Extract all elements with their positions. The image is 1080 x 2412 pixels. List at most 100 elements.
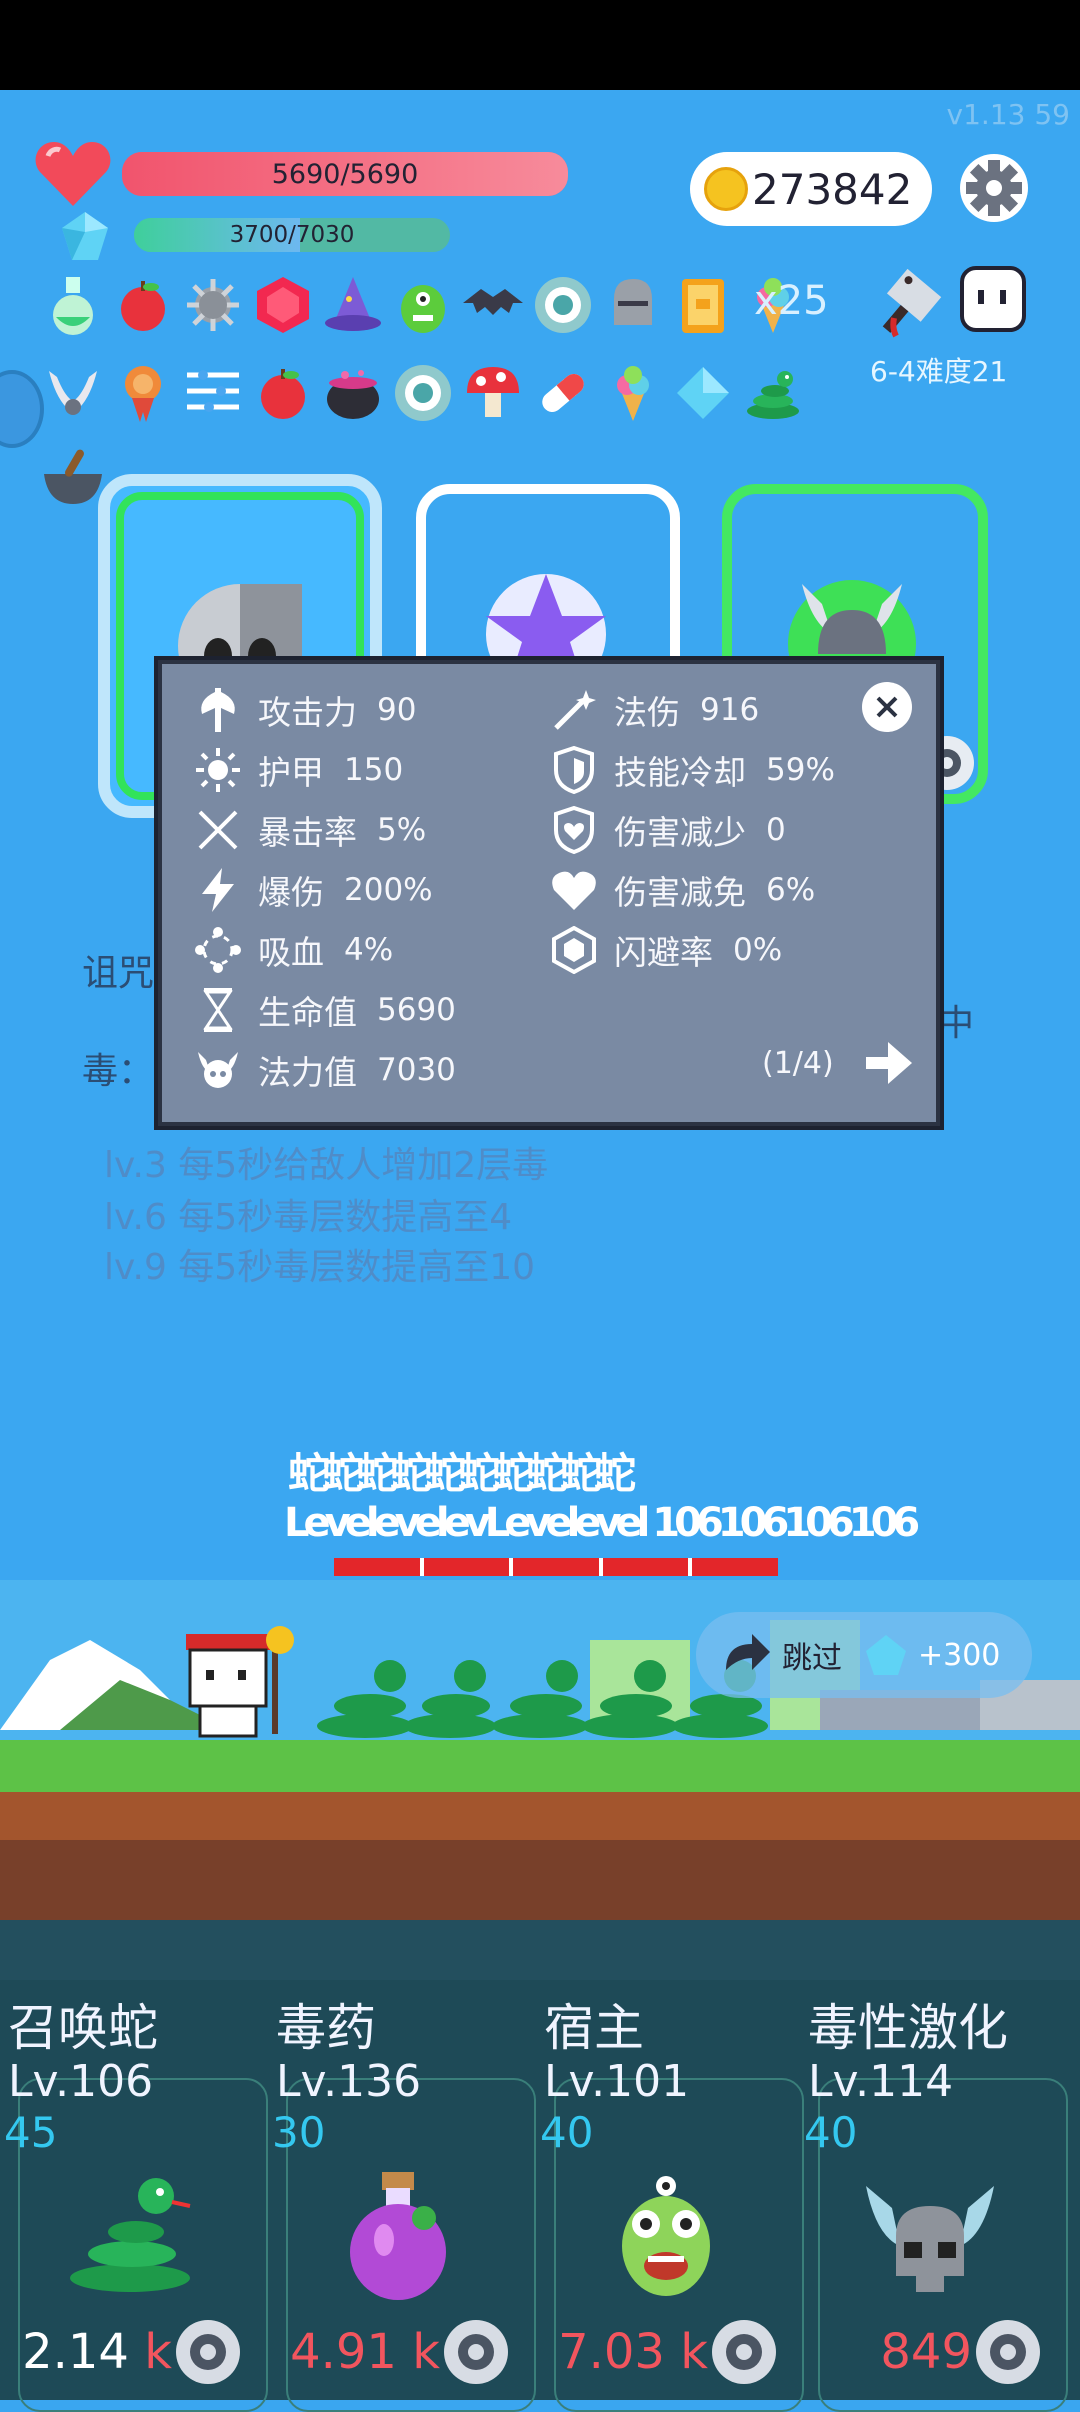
stat-value: 7030 <box>377 1052 456 1088</box>
green-monster-icon[interactable] <box>390 272 456 338</box>
apple-2-item-icon[interactable] <box>250 360 316 426</box>
wizard-hat-icon[interactable] <box>320 272 386 338</box>
cleaver-icon[interactable] <box>874 266 950 342</box>
mana-bar: 3700/7030 <box>134 218 450 252</box>
skill-name: 毒性激化 <box>808 1999 1008 2057</box>
snake-icon <box>70 2178 191 2292</box>
mushroom-icon[interactable] <box>460 360 526 426</box>
skill-price: 7.03 k <box>536 2324 708 2380</box>
stat-value: 0% <box>733 932 783 968</box>
dirt-deep <box>0 1840 1080 1920</box>
price-unit: k <box>680 2324 708 2380</box>
medal-icon[interactable] <box>110 360 176 426</box>
stat-label: 法伤 <box>614 693 680 732</box>
ice-cream-icon[interactable] <box>600 360 666 426</box>
snake-item-icon[interactable] <box>740 360 806 426</box>
stat-value: 6% <box>766 872 816 908</box>
stats-popup: 攻击力 90 护甲 150 暴击率 5% 爆伤 200% 吸血 4% 生命值 5690 法力… <box>158 660 940 1126</box>
next-page-button[interactable] <box>864 1040 914 1086</box>
skill-card-host[interactable]: 宿主 Lv.101 40 7.03 k <box>536 1968 804 2412</box>
skill-card-summon-snake[interactable]: 召唤蛇 Lv.106 45 2.14 k <box>0 1968 268 2412</box>
skip-reward: +300 <box>918 1637 1001 1673</box>
stat-armor: 护甲 150 <box>192 744 403 796</box>
price-unit: k <box>144 2324 172 2380</box>
skill-price: 4.91 k <box>268 2324 440 2380</box>
skill-card-poison[interactable]: 毒药 Lv.136 30 4.91 k <box>268 1968 536 2412</box>
gear-icon <box>960 154 1028 222</box>
price-number: 7.03 <box>558 2324 665 2380</box>
gear-icon <box>458 2334 494 2370</box>
diamond-icon[interactable] <box>670 360 736 426</box>
skill-cost: 45 <box>4 2108 58 2157</box>
skip-button[interactable]: 跳过 +300 <box>696 1612 1032 1698</box>
potion-item-icon[interactable] <box>40 272 106 338</box>
enemy-name: 蛇蛇蛇蛇蛇蛇蛇蛇蛇蛇 <box>288 1449 636 1498</box>
stat-mana: 法力值 7030 <box>192 1044 456 1096</box>
price-number: 2.14 <box>22 2324 129 2380</box>
item-row-2 <box>40 360 806 426</box>
upgrade-button[interactable] <box>712 2320 776 2384</box>
close-button[interactable] <box>862 682 912 732</box>
skill-level: Lv.136 <box>276 2056 422 2107</box>
hero-character <box>176 1624 306 1744</box>
stat-lifesteal: 吸血 4% <box>192 924 393 976</box>
sun-icon <box>192 744 244 796</box>
cauldron-icon[interactable] <box>320 360 386 426</box>
enemy-level: LevelevelevLevelevel 106106106106 <box>284 1500 920 1546</box>
stat-hp: 生命值 5690 <box>192 984 456 1036</box>
desc-line-1: lv.3 每5秒给敌人增加2层毒 <box>104 1145 549 1186</box>
stat-crit-rate: 暴击率 5% <box>192 804 426 856</box>
hp-bar: 5690/5690 <box>122 152 568 196</box>
stat-label: 吸血 <box>258 933 324 972</box>
stat-label: 伤害减少 <box>614 813 746 852</box>
stat-label: 法力值 <box>258 1053 357 1092</box>
stat-label: 伤害减免 <box>614 873 746 912</box>
shield-icon <box>548 744 600 796</box>
apple-item-icon[interactable] <box>110 272 176 338</box>
mortar-icon[interactable] <box>40 444 106 510</box>
spring-coil-icon[interactable] <box>180 360 246 426</box>
spiked-ball-icon[interactable] <box>180 272 246 338</box>
stat-value: 150 <box>344 752 404 788</box>
horned-skull-stat-icon <box>192 1044 244 1096</box>
upgrade-button[interactable] <box>176 2320 240 2384</box>
enemy-hp-bar <box>334 1558 778 1576</box>
arrow-right-icon <box>866 1042 912 1084</box>
drops-ring-icon <box>192 924 244 976</box>
target-ring-icon[interactable] <box>530 272 596 338</box>
coin-amount: 273842 <box>752 164 913 214</box>
book-icon[interactable] <box>670 272 736 338</box>
ghost-icon[interactable] <box>958 264 1028 334</box>
axe-icon <box>192 684 244 736</box>
bat-icon[interactable] <box>460 272 526 338</box>
poison-label: 毒： <box>82 1051 155 1092</box>
target-ring-2-icon[interactable] <box>390 360 456 426</box>
stat-value: 4% <box>344 932 394 968</box>
stage-icons <box>874 258 1032 348</box>
upgrade-button[interactable] <box>976 2320 1040 2384</box>
gear-icon <box>726 2334 762 2370</box>
pill-icon[interactable] <box>530 360 596 426</box>
ruby-item-icon[interactable] <box>250 272 316 338</box>
skill-name: 宿主 <box>544 1999 644 2057</box>
stat-value: 200% <box>344 872 433 908</box>
stat-magic-damage: 法伤 916 <box>548 684 759 736</box>
stat-value: 916 <box>700 692 760 728</box>
diamond-reward-icon <box>866 1635 906 1675</box>
gear-icon <box>190 2334 226 2370</box>
stat-damage-immunity: 伤害减免 6% <box>548 864 815 916</box>
skill-name: 毒药 <box>276 1999 376 2057</box>
ice-cream-item-icon[interactable]: x25 <box>740 272 829 338</box>
desc-line-2: lv.6 每5秒毒层数提高至4 <box>104 1197 513 1238</box>
settings-button[interactable] <box>958 152 1030 224</box>
horns-item-icon[interactable] <box>40 360 106 426</box>
stage-label: 6-4难度21 <box>870 355 1008 388</box>
stat-value: 5% <box>377 812 427 848</box>
potion-icon <box>350 2172 446 2300</box>
stat-crit-damage: 爆伤 200% <box>192 864 433 916</box>
skill-card-toxic-intensify[interactable]: 毒性激化 Lv.114 40 849 <box>800 1968 1068 2412</box>
skill-cost: 30 <box>272 2108 326 2157</box>
crossed-swords-icon <box>192 804 244 856</box>
upgrade-button[interactable] <box>444 2320 508 2384</box>
knight-helmet-icon[interactable] <box>600 272 666 338</box>
